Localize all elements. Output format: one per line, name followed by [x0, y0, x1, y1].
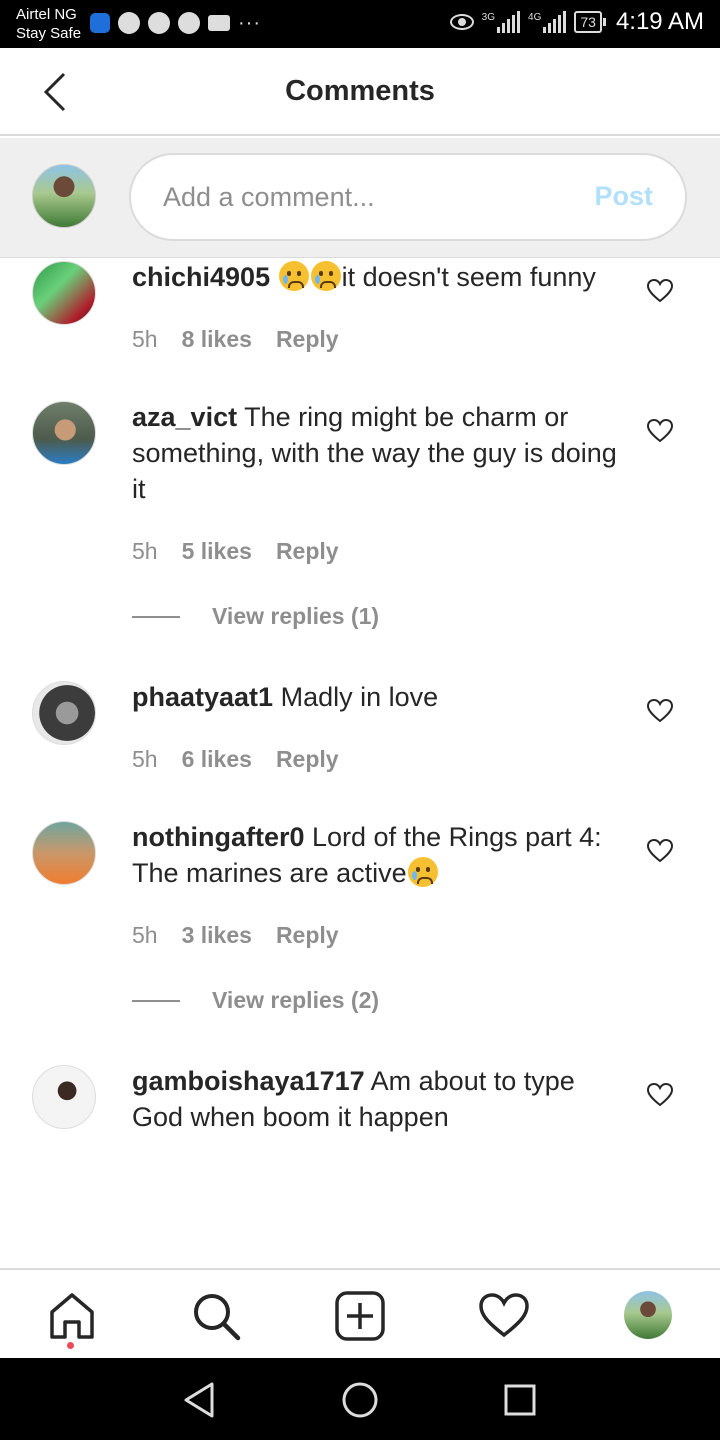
home-icon[interactable] [46, 1290, 98, 1342]
comment-text: aza_vict The ring might be charm or some… [132, 399, 622, 507]
comment-body: it doesn't seem funny [341, 262, 596, 292]
carrier-name: Airtel NG [16, 6, 77, 23]
comment-text: gamboishaya1717 Am about to type God whe… [132, 1063, 622, 1135]
comment-likes[interactable]: 5 likes [182, 538, 252, 565]
avatar [32, 164, 96, 228]
eye-comfort-icon [449, 14, 474, 30]
search-icon[interactable] [190, 1290, 242, 1342]
post-button[interactable]: Post [594, 181, 653, 212]
avatar[interactable] [32, 821, 96, 885]
comment-time: 5h [132, 326, 158, 352]
crying-face-emoji [278, 261, 309, 291]
crying-face-emoji [407, 857, 438, 887]
heart-icon[interactable] [646, 837, 674, 865]
comment-meta: 5h 3 likes Reply [132, 922, 339, 949]
avatar[interactable] [32, 261, 96, 325]
app-header: Comments [0, 48, 720, 136]
plus-square-icon[interactable] [334, 1290, 386, 1342]
bottom-navigation [0, 1268, 720, 1358]
comment-time: 5h [132, 538, 158, 564]
back-triangle-icon[interactable] [180, 1380, 220, 1420]
comment-username[interactable]: gamboishaya1717 [132, 1066, 365, 1096]
network-type-1: 3G [481, 11, 496, 23]
reply-button[interactable]: Reply [276, 326, 339, 353]
more-notifications-icon: ··· [238, 12, 261, 34]
chrome-icon [118, 12, 140, 34]
notification-dot [67, 1342, 74, 1349]
comment-time: 5h [132, 922, 158, 948]
reply-button[interactable]: Reply [276, 922, 339, 949]
home-circle-icon[interactable] [340, 1380, 380, 1420]
carrier-label: Airtel NG Stay Safe [16, 5, 81, 43]
signal-icon [497, 11, 521, 33]
avatar[interactable] [32, 401, 96, 465]
comment-likes[interactable]: 3 likes [182, 922, 252, 949]
avatar[interactable] [32, 681, 96, 745]
comment-input[interactable] [163, 177, 563, 217]
view-replies-button[interactable]: View replies (2) [132, 987, 379, 1014]
shield-icon [90, 13, 110, 33]
whatsapp-icon [148, 12, 170, 34]
comment-text: phaatyaat1 Madly in love [132, 679, 622, 715]
mail-icon [208, 15, 230, 31]
comment-username[interactable]: chichi4905 [132, 262, 270, 292]
heart-icon[interactable] [478, 1290, 530, 1342]
heart-icon[interactable] [646, 417, 674, 445]
comment-text: nothingafter0 Lord of the Rings part 4: … [132, 819, 622, 891]
divider-line [132, 999, 180, 1002]
notification-icons: ··· [90, 12, 261, 34]
comment-meta: 5h 8 likes Reply [132, 326, 339, 353]
comment-field-wrapper: Post [129, 153, 687, 241]
reply-button[interactable]: Reply [276, 538, 339, 565]
avatar[interactable] [32, 1065, 96, 1129]
facebook-icon [178, 12, 200, 34]
comment-username[interactable]: aza_vict [132, 402, 237, 432]
comment-username[interactable]: nothingafter0 [132, 822, 305, 852]
reply-button[interactable]: Reply [276, 746, 339, 773]
system-indicators: 3G 4G 73 4:19 AM [449, 8, 704, 36]
clock: 4:19 AM [615, 8, 704, 35]
comment-meta: 5h 6 likes Reply [132, 746, 339, 773]
carrier-subtitle: Stay Safe [16, 25, 82, 42]
system-navigation-bar [0, 1358, 720, 1440]
heart-icon[interactable] [646, 1081, 674, 1109]
comment-meta: 5h 5 likes Reply [132, 538, 339, 565]
view-replies-label: View replies (2) [212, 987, 380, 1013]
divider-line [132, 615, 180, 618]
signal-icon [543, 11, 567, 33]
status-bar: Airtel NG Stay Safe ··· 3G 4G 73 4:19 AM [0, 0, 720, 48]
recents-square-icon[interactable] [500, 1380, 540, 1420]
comment-text: chichi4905 it doesn't seem funny [132, 259, 622, 295]
comment-time: 5h [132, 746, 158, 772]
view-replies-button[interactable]: View replies (1) [132, 603, 379, 630]
heart-icon[interactable] [646, 277, 674, 305]
heart-icon[interactable] [646, 697, 674, 725]
comment-composer: Post [0, 138, 720, 258]
comment-body: Madly in love [280, 682, 439, 712]
crying-face-emoji [310, 261, 341, 291]
view-replies-label: View replies (1) [212, 603, 380, 629]
comments-list[interactable]: chichi4905 it doesn't seem funny 5h 8 li… [0, 259, 720, 1268]
page-title: Comments [285, 75, 435, 107]
comment-likes[interactable]: 6 likes [182, 746, 252, 773]
comment-likes[interactable]: 8 likes [182, 326, 252, 353]
battery-indicator: 73 [574, 11, 606, 33]
comment-username[interactable]: phaatyaat1 [132, 682, 273, 712]
network-type-2: 4G [528, 11, 542, 23]
avatar[interactable] [624, 1291, 672, 1339]
